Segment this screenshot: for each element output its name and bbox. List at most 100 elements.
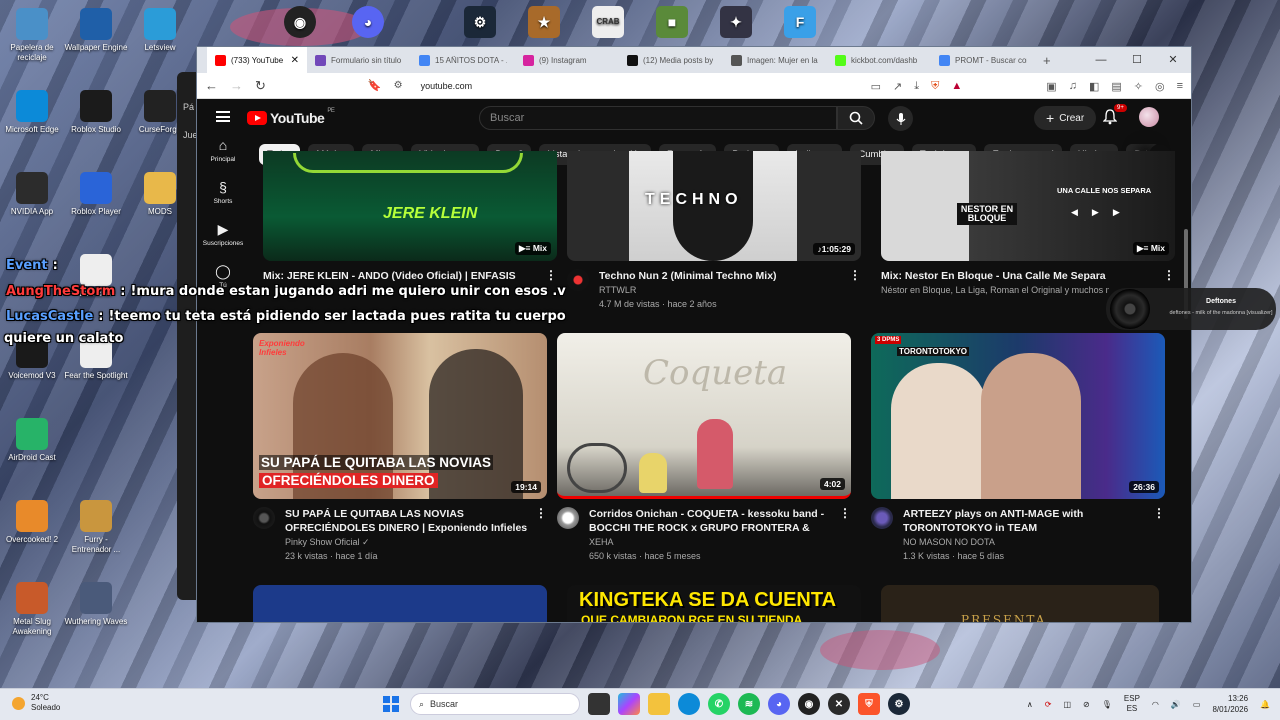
sidebar-icon[interactable]: ◧ [1089,80,1099,93]
reload-icon[interactable]: ↻ [255,78,266,94]
sidebar-item[interactable]: ▶ Suscripciones [197,221,249,247]
video-thumbnail[interactable]: Coqueta 4:02 [557,333,851,499]
tray-app-icon[interactable]: ◫ [1063,700,1071,709]
obs-icon[interactable]: ◉ [798,693,820,715]
close-window-button[interactable]: ✕ [1155,47,1191,73]
desktop-icon[interactable]: Furry - Entrenador ... [64,500,128,555]
spotify-icon[interactable]: ≋ [738,693,760,715]
hamburger-menu-icon[interactable] [216,111,230,122]
video-thumbnail[interactable]: PRESENTA [881,585,1159,622]
more-options-icon[interactable]: ⋮ [849,269,861,281]
desktop-icon-top[interactable]: ■ [640,6,704,41]
file-explorer-icon[interactable] [648,693,670,715]
video-thumbnail[interactable]: TECHNO ♪1:05:29 [567,151,861,261]
video-thumbnail[interactable]: 3 DPMS TORONTOTOKYO 26:36 [871,333,1165,499]
forward-icon[interactable]: → [230,78,243,93]
search-button[interactable] [837,106,875,130]
edge-icon[interactable] [678,693,700,715]
voice-search-button[interactable] [888,106,913,131]
video-card[interactable]: Coqueta 4:02 Corridos Onichan - COQUETA … [557,333,851,563]
music-icon[interactable]: ♫ [1069,80,1077,92]
desktop-icon-top[interactable]: ◕ [336,6,400,41]
browser-tab[interactable]: (733) YouTube ✕ [207,47,307,73]
video-thumbnail[interactable]: JERE KLEIN ▶≡ Mix [263,151,557,261]
steam-icon[interactable]: ⚙ [888,693,910,715]
sidebar-item[interactable]: § Shorts [197,179,249,205]
leo-icon[interactable]: ✧ [1134,80,1143,93]
desktop-icon[interactable]: Wallpaper Engine [64,8,128,53]
bookmark-icon[interactable]: 🔖 [368,79,382,92]
video-card[interactable]: JERE KLEIN ▶≡ Mix Mix: JERE KLEIN - ANDO… [263,151,557,283]
desktop-icon-top[interactable]: ★ [512,6,576,41]
minimize-button[interactable]: — [1083,47,1119,73]
desktop-icon-top[interactable]: F [768,6,832,41]
desktop-icon-top[interactable]: ⚙ [448,6,512,41]
video-title[interactable]: Corridos Onichan - COQUETA - kessoku ban… [589,507,851,535]
site-info-icon[interactable]: ⚙ [394,80,403,91]
channel-name[interactable]: XEHA [589,535,851,549]
more-options-icon[interactable]: ⋮ [545,269,557,281]
browser-tab[interactable]: PROMT - Buscar con [931,47,1035,73]
tray-app-icon[interactable]: ⊘ [1083,700,1090,709]
volume-icon[interactable]: 🔊 [1171,700,1181,709]
mini-player[interactable]: Deftones deftones - milk of the madonna … [1106,288,1276,330]
desktop-icon-top[interactable]: ◉ [268,6,332,41]
browser-tab[interactable]: Formulario sin título [307,47,411,73]
desktop-icon-top[interactable]: CRAB [576,6,640,41]
browser-tab[interactable]: 15 AÑITOS DOTA - ... [411,47,515,73]
brave-icon[interactable]: ⛨ [858,693,880,715]
battery-icon[interactable]: ▭ [1193,700,1201,709]
desktop-icon[interactable]: Papelera de reciclaje [0,8,64,63]
youtube-logo[interactable]: YouTube PE [247,108,335,126]
desktop-icon[interactable]: Roblox Studio [64,90,128,135]
video-title[interactable]: Techno Nun 2 (Minimal Techno Mix) [599,269,861,283]
new-tab-button[interactable]: + [1043,53,1051,68]
channel-name[interactable]: RTTWLR [599,283,861,297]
xbox-icon[interactable]: ✕ [828,693,850,715]
task-view-icon[interactable] [588,693,610,715]
search-input[interactable]: Buscar [479,106,837,130]
menu-icon[interactable]: ≡ [1177,80,1183,92]
chevron-up-icon[interactable]: ∧ [1027,700,1033,709]
close-tab-icon[interactable]: ✕ [291,55,299,66]
browser-tab[interactable]: kickbot.com/dashb [827,47,931,73]
weather-widget[interactable]: 24°C Soleado [12,693,60,713]
channel-name[interactable]: NO MASON NO DOTA [903,535,1165,549]
desktop-icon[interactable]: Wuthering Waves [64,582,128,627]
video-card[interactable]: Exponiendo Infieles SU PAPÁ LE QUITABA L… [253,333,547,563]
page-scrollbar[interactable] [1183,179,1189,619]
url-field[interactable]: youtube.com [421,81,473,91]
video-title[interactable]: Mix: JERE KLEIN - ANDO (Video Oficial) |… [263,269,557,283]
more-options-icon[interactable]: ⋮ [839,507,851,519]
wifi-icon[interactable]: ◠ [1152,700,1159,709]
sidebar-item[interactable]: ⌂ Principal [197,137,249,163]
back-icon[interactable]: ← [205,78,218,93]
video-card[interactable]: 3 DPMS TORONTOTOKYO 26:36 ARTEEZY plays … [871,333,1165,563]
tray-app-icon[interactable]: ⟳ [1045,700,1052,709]
desktop-icon[interactable]: NVIDIA App [0,172,64,217]
browser-tab[interactable]: (12) Media posts by [619,47,723,73]
clock[interactable]: 13:26 8/01/2026 [1212,693,1248,715]
desktop-icon-top[interactable]: ✦ [704,6,768,41]
video-thumbnail[interactable] [253,585,547,622]
rewards-icon[interactable]: ▲ [951,80,962,92]
share-icon[interactable]: ↗ [893,80,902,93]
video-thumbnail[interactable]: NESTOR EN BLOQUE UNA CALLE NOS SEPARA ◀▶… [881,151,1175,261]
channel-avatar[interactable] [253,507,275,529]
maximize-button[interactable]: ☐ [1119,47,1155,73]
download-icon[interactable]: ⤓ [914,80,919,93]
desktop-icon[interactable]: Metal Slug Awakening [0,582,64,637]
channel-avatar[interactable] [557,507,579,529]
desktop-icon[interactable]: Roblox Player [64,172,128,217]
channel-name[interactable]: Pinky Show Oficial ✓ [285,535,547,549]
more-options-icon[interactable]: ⋮ [1153,507,1165,519]
video-title[interactable]: ARTEEZY plays on ANTI-MAGE with TORONTOT… [903,507,1165,535]
video-thumbnail[interactable]: Exponiendo Infieles SU PAPÁ LE QUITABA L… [253,333,547,499]
vpn-icon[interactable]: ◎ [1155,80,1165,93]
desktop-icon[interactable]: Letsview [128,8,192,53]
discord-icon[interactable]: ◕ [768,693,790,715]
create-button[interactable]: + Crear [1034,106,1097,130]
browser-tab[interactable]: Imagen: Mujer en la [723,47,827,73]
wallet-icon[interactable]: ▤ [1111,80,1121,93]
account-avatar[interactable] [1139,107,1159,127]
